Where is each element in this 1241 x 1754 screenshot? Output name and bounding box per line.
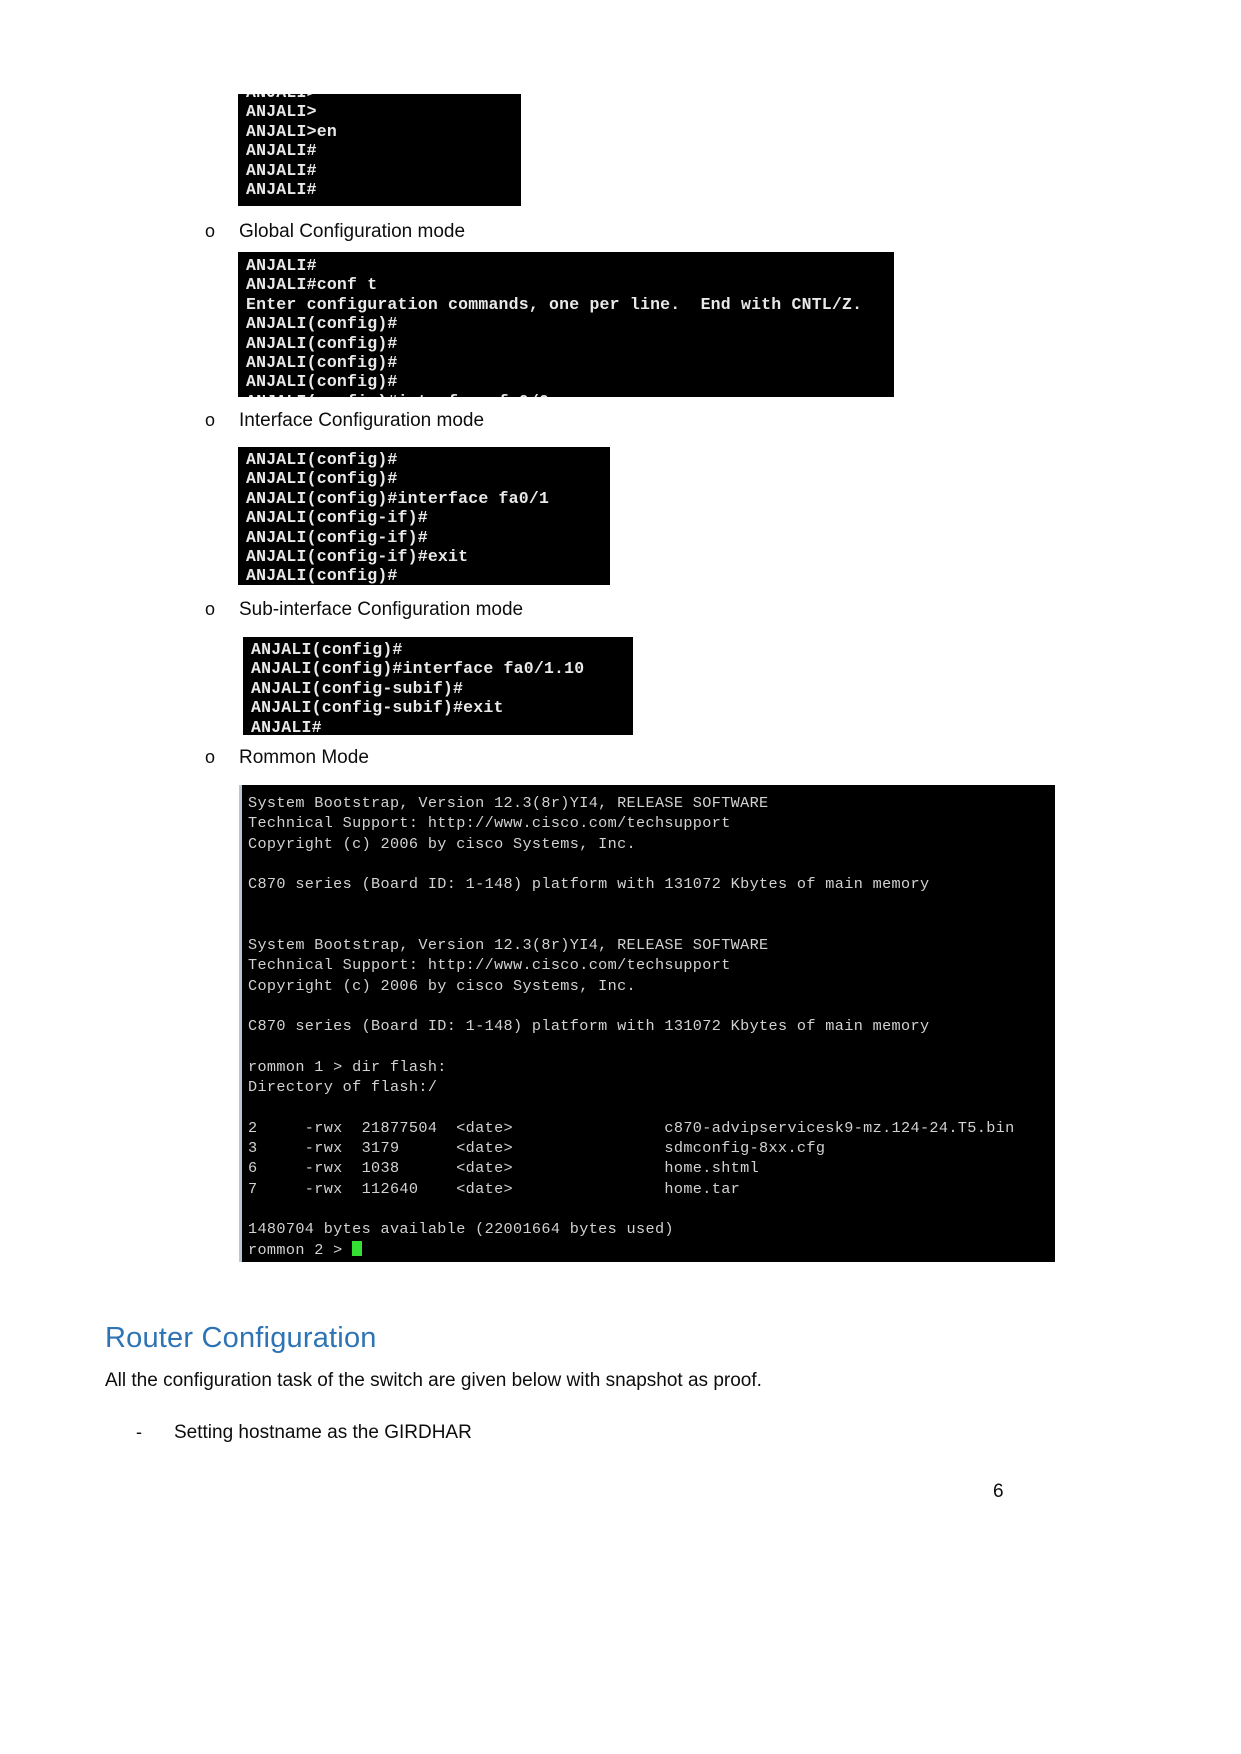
bullet-subinterface-config-mode: o Sub-interface Configuration mode	[205, 599, 805, 621]
terminal-line: ANJALI(config-if)#	[246, 527, 428, 547]
terminal-line: ANJALI(config)#	[246, 566, 398, 585]
terminal-line: ANJALI>	[246, 94, 521, 102]
terminal-file-row: 6 -rwx 1038 <date> home.shtml	[248, 1159, 760, 1178]
terminal-file-row: 7 -rwx 112640 <date> home.tar	[248, 1179, 741, 1198]
terminal-line: ANJALI(config)#interface fa0/1	[246, 488, 550, 508]
bullet-rommon-mode: o Rommon Mode	[205, 747, 805, 769]
terminal-line: ANJALI(config)#	[246, 450, 398, 469]
terminal-rommon: System Bootstrap, Version 12.3(8r)YI4, R…	[239, 785, 1055, 1262]
terminal-line-command: rommon 1 > dir flash:	[248, 1057, 447, 1076]
section-paragraph: All the configuration task of the switch…	[105, 1370, 762, 1391]
bullet-label: Rommon Mode	[239, 747, 369, 768]
terminal-line: Directory of flash:/	[248, 1078, 438, 1097]
terminal-line: ANJALI(config)#	[246, 469, 398, 489]
document-page: ANJALI> ANJALI> ANJALI>en ANJALI# ANJALI…	[0, 0, 1241, 1754]
terminal-line: ANJALI#	[246, 160, 317, 180]
terminal-line: ANJALI(config)#interface fa0/1.10	[251, 659, 585, 679]
terminal-line: Copyright (c) 2006 by cisco Systems, Inc…	[248, 834, 637, 853]
terminal-line: ANJALI(config)#	[246, 333, 398, 353]
terminal-line: System Bootstrap, Version 12.3(8r)YI4, R…	[248, 936, 769, 955]
terminal-line: Enter configuration commands, one per li…	[246, 294, 863, 314]
dash-marker: -	[136, 1422, 142, 1442]
bullet-marker: o	[205, 599, 216, 619]
terminal-global-config: ANJALI# ANJALI#conf t Enter configuratio…	[238, 252, 894, 397]
terminal-line: Copyright (c) 2006 by cisco Systems, Inc…	[248, 976, 637, 995]
terminal-line: ANJALI#	[246, 180, 317, 200]
bullet-marker: o	[205, 747, 216, 767]
terminal-line: C870 series (Board ID: 1-148) platform w…	[248, 1017, 930, 1036]
terminal-file-row: 2 -rwx 21877504 <date> c870-advipservice…	[248, 1118, 1015, 1137]
terminal-line: ANJALI#	[251, 717, 322, 735]
terminal-line-summary: 1480704 bytes available (22001664 bytes …	[248, 1220, 674, 1239]
terminal-file-row: 3 -rwx 3179 <date> sdmconfig-8xx.cfg	[248, 1139, 826, 1158]
terminal-prompt: rommon 2 >	[248, 1240, 353, 1259]
bullet-marker: o	[205, 221, 216, 241]
page-number: 6	[993, 1481, 1004, 1502]
terminal-line: ANJALI(config-subif)#exit	[251, 698, 504, 718]
bullet-label: Interface Configuration mode	[239, 410, 485, 431]
bullet-interface-config-mode: o Interface Configuration mode	[205, 410, 805, 432]
terminal-cursor	[352, 1240, 363, 1256]
terminal-line: C870 series (Board ID: 1-148) platform w…	[248, 875, 930, 894]
terminal-subinterface-config: ANJALI(config)# ANJALI(config)#interface…	[243, 637, 633, 735]
terminal-line: ANJALI#conf t	[246, 275, 378, 295]
terminal-user-exec: ANJALI> ANJALI> ANJALI>en ANJALI# ANJALI…	[238, 94, 521, 206]
bullet-set-hostname: - Setting hostname as the GIRDHAR	[136, 1422, 836, 1444]
terminal-line: ANJALI(config)#	[246, 372, 398, 392]
bullet-label: Sub-interface Configuration mode	[239, 599, 524, 620]
terminal-line: ANJALI(config)#interface fa0/0	[246, 392, 894, 397]
terminal-line: ANJALI>en	[246, 121, 337, 141]
terminal-line: ANJALI(config-if)#exit	[246, 547, 469, 567]
page-title: Router Configuration	[105, 1322, 377, 1354]
terminal-line: ANJALI#	[246, 256, 317, 275]
bullet-label: Global Configuration mode	[239, 221, 466, 242]
terminal-line: ANJALI(config)#	[246, 314, 398, 334]
terminal-line: ANJALI#	[246, 141, 317, 161]
bullet-label: Setting hostname as the GIRDHAR	[174, 1422, 472, 1443]
terminal-line: Technical Support: http://www.cisco.com/…	[248, 956, 731, 975]
terminal-line: System Bootstrap, Version 12.3(8r)YI4, R…	[248, 794, 769, 812]
bullet-marker: o	[205, 410, 216, 430]
terminal-line: ANJALI(config)#	[246, 353, 398, 373]
terminal-line: ANJALI(config)#	[251, 640, 403, 659]
terminal-line: Technical Support: http://www.cisco.com/…	[248, 814, 731, 833]
terminal-line: ANJALI>	[246, 102, 317, 122]
terminal-prompt-line: rommon 2 >	[248, 1240, 1055, 1260]
bullet-global-config-mode: o Global Configuration mode	[205, 221, 805, 243]
terminal-line: ANJALI(config-subif)#	[251, 678, 464, 698]
terminal-line: ANJALI(config-if)#	[246, 508, 428, 528]
terminal-interface-config: ANJALI(config)# ANJALI(config)# ANJALI(c…	[238, 447, 610, 585]
